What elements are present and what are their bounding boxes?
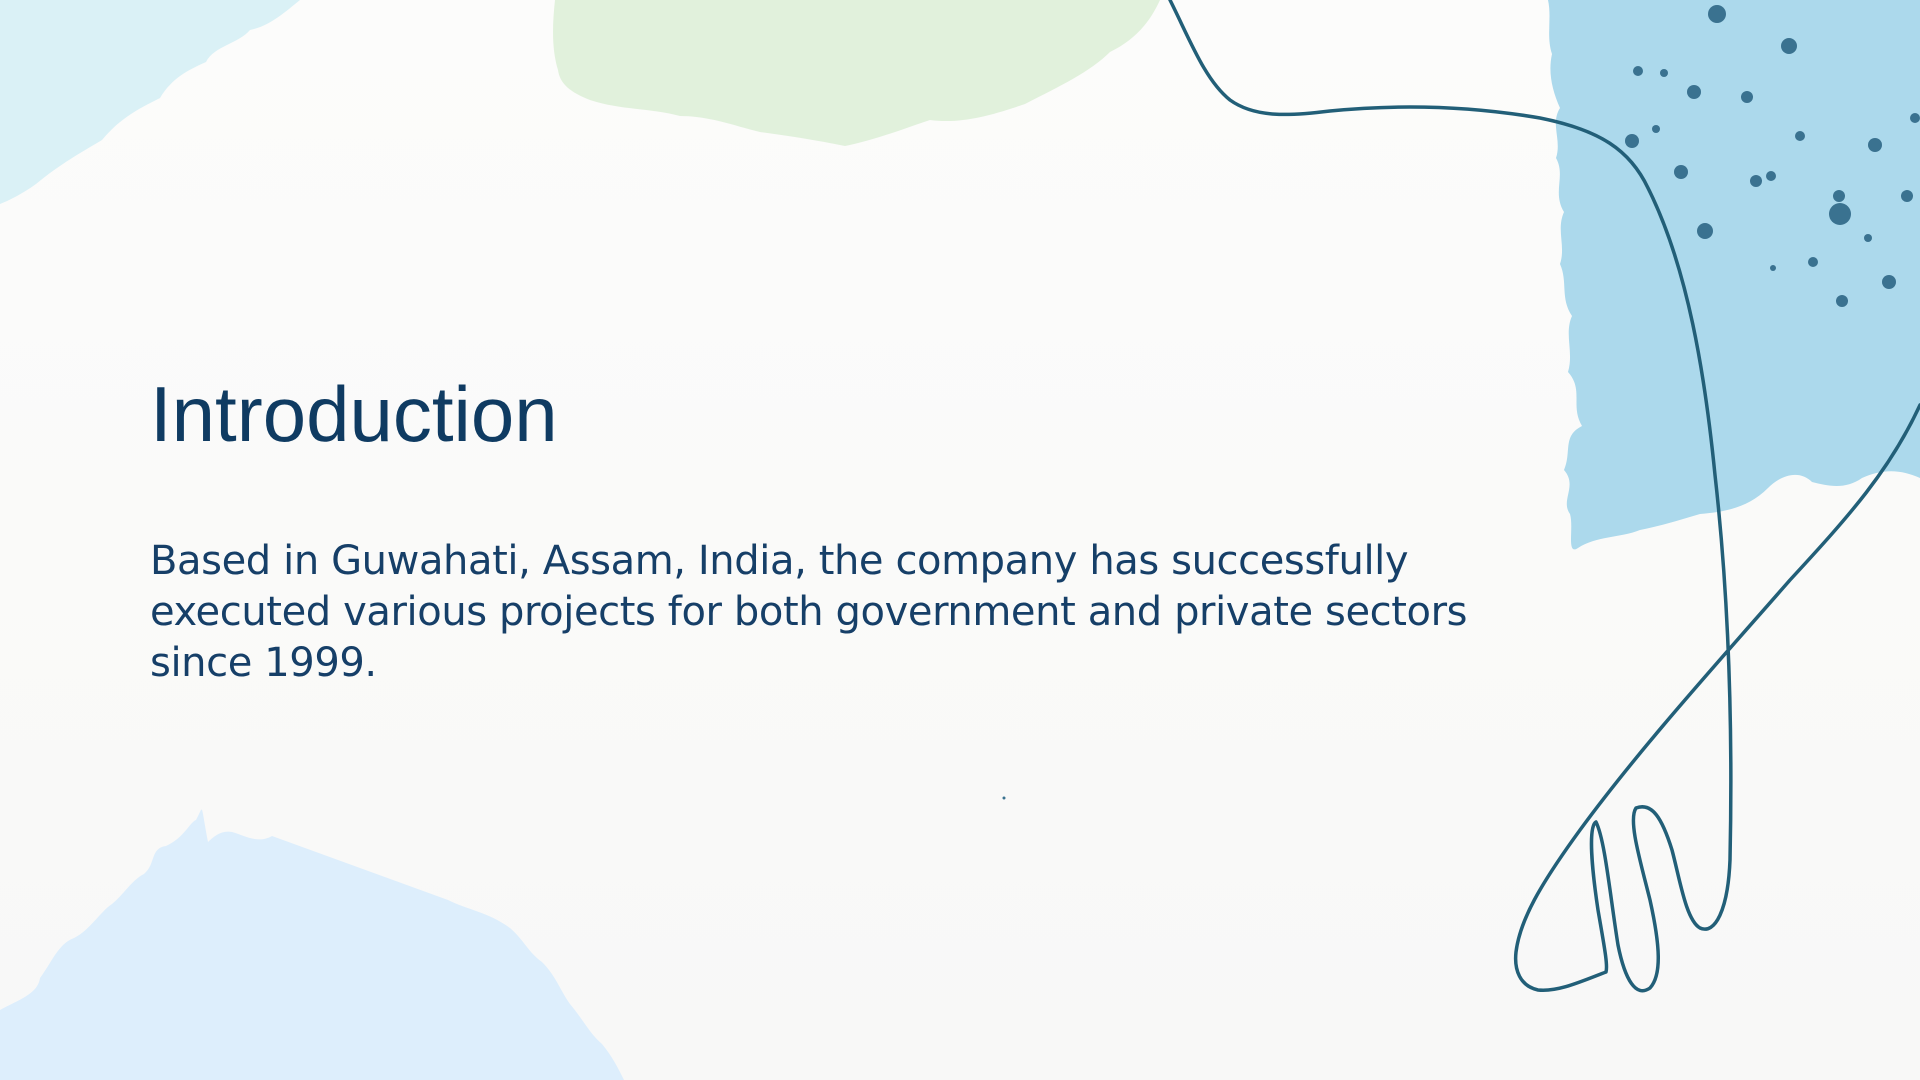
slide-body-text: Based in Guwahati, Assam, India, the com… [150,538,1468,686]
splash-top-center [553,0,1160,146]
slide: Introduction Based in Guwahati, Assam, I… [0,0,1920,1080]
splash-top-left [0,0,300,204]
splash-bottom-left [0,809,624,1080]
splash-right [1548,0,1920,550]
slide-title: Introduction [150,370,558,458]
